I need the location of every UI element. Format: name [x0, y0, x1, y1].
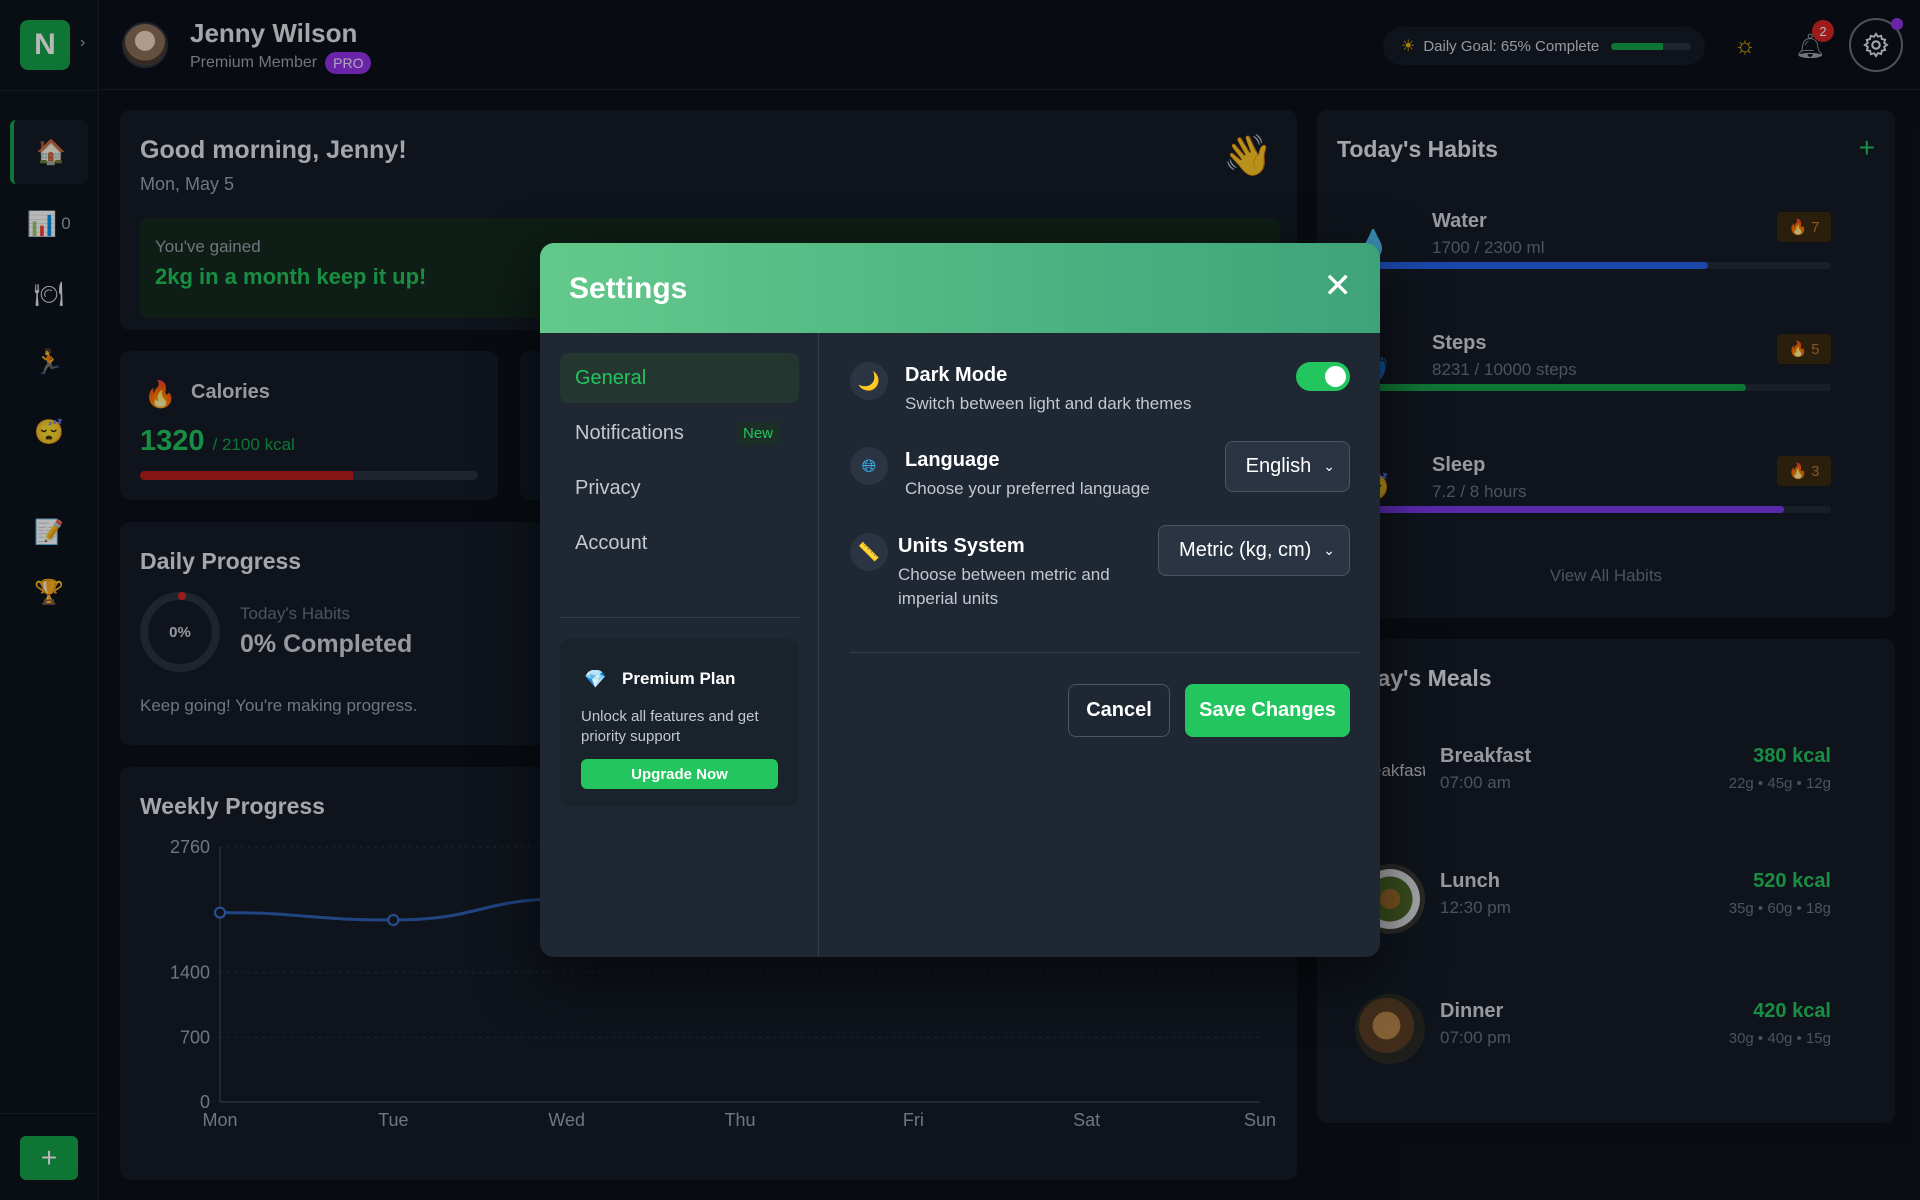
- tab-label: Notifications: [575, 421, 684, 444]
- settings-nav: General Notifications New Privacy Account…: [540, 333, 819, 957]
- ruler-icon: 📏: [850, 533, 888, 571]
- save-changes-button[interactable]: Save Changes: [1185, 684, 1350, 737]
- premium-description: Unlock all features and get priority sup…: [581, 708, 759, 745]
- chevron-down-icon: ⌄: [1323, 542, 1335, 558]
- tab-label: General: [575, 366, 647, 389]
- setting-description: Switch between light and dark themes: [905, 394, 1192, 413]
- dark-mode-toggle[interactable]: [1296, 362, 1350, 391]
- moon-icon: 🌙: [850, 362, 888, 400]
- settings-divider: [850, 652, 1360, 653]
- setting-title: Units System: [898, 535, 1025, 557]
- settings-title: Settings: [569, 272, 688, 305]
- close-icon[interactable]: ✕: [1324, 269, 1353, 303]
- upgrade-now-button[interactable]: Upgrade Now: [581, 759, 778, 789]
- setting-description: Choose your preferred language: [905, 479, 1150, 498]
- units-select[interactable]: Metric (kg, cm) ⌄: [1158, 525, 1350, 576]
- tab-privacy[interactable]: Privacy: [560, 463, 799, 513]
- language-setting: 🌐︎ Language Choose your preferred langua…: [850, 441, 1350, 507]
- nav-divider: [560, 617, 799, 618]
- chevron-down-icon: ⌄: [1323, 458, 1335, 474]
- premium-plan-card: 💎 Premium Plan Unlock all features and g…: [560, 639, 799, 806]
- tab-notifications[interactable]: Notifications New: [560, 408, 799, 458]
- tab-label: Privacy: [575, 476, 641, 499]
- diamond-icon: 💎: [584, 669, 607, 689]
- dark-mode-setting: 🌙 Dark Mode Switch between light and dar…: [850, 362, 1350, 422]
- tab-general[interactable]: General: [560, 353, 799, 403]
- language-value: English: [1245, 455, 1312, 477]
- tab-account[interactable]: Account: [560, 518, 799, 568]
- toggle-knob: [1325, 366, 1346, 387]
- setting-description: Choose between metric and imperial units: [898, 565, 1110, 608]
- globe-icon: 🌐︎: [850, 447, 888, 485]
- new-badge: New: [736, 421, 779, 445]
- premium-title: Premium Plan: [622, 669, 736, 688]
- language-select[interactable]: English ⌄: [1224, 441, 1350, 492]
- setting-title: Dark Mode: [905, 364, 1008, 386]
- settings-modal-header: Settings ✕: [540, 243, 1380, 333]
- units-setting: 📏 Units System Choose between metric and…: [850, 525, 1350, 613]
- setting-title: Language: [905, 449, 1000, 471]
- cancel-button[interactable]: Cancel: [1068, 684, 1170, 737]
- tab-label: Account: [575, 531, 648, 554]
- units-value: Metric (kg, cm): [1179, 539, 1312, 561]
- settings-modal: Settings ✕ General Notifications New Priv…: [540, 243, 1380, 957]
